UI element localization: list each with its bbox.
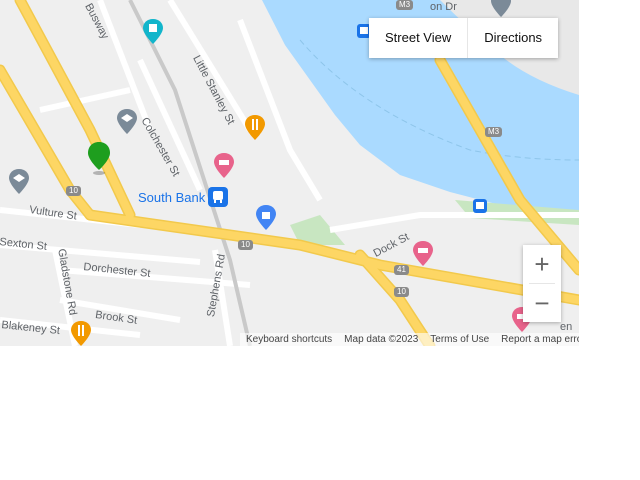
- zoom-control: + −: [523, 245, 561, 322]
- zoom-in-button[interactable]: +: [523, 245, 561, 283]
- map-canvas[interactable]: Busway Colchester St Little Stanley St V…: [0, 0, 579, 346]
- location-pin-icon[interactable]: [86, 140, 112, 176]
- directions-button[interactable]: Directions: [467, 18, 558, 58]
- hotel-icon-2[interactable]: [412, 240, 434, 268]
- tourist-attraction-icon[interactable]: [142, 18, 164, 46]
- map-top-controls: Street View Directions: [369, 18, 559, 58]
- street-label-on-dr: on Dr: [430, 1, 457, 13]
- route-shield-10-b: 10: [238, 240, 253, 250]
- route-shield-m3-top: M3: [396, 0, 414, 10]
- bus-stop-icon-2[interactable]: [472, 198, 488, 214]
- route-shield-10-c: 10: [394, 287, 409, 297]
- train-station-icon[interactable]: [207, 186, 229, 208]
- restaurant-icon[interactable]: [244, 114, 266, 142]
- poi-label-south-bank[interactable]: South Bank: [138, 190, 205, 205]
- map-attribution-bar: Keyboard shortcuts Map data ©2023 Terms …: [240, 333, 579, 346]
- school-icon-3[interactable]: [490, 0, 512, 18]
- hotel-icon[interactable]: [213, 152, 235, 180]
- map-data-text: Map data ©2023: [344, 334, 419, 345]
- street-label-en: en: [560, 321, 573, 333]
- zoom-out-button[interactable]: −: [523, 284, 561, 322]
- keyboard-shortcuts-link[interactable]: Keyboard shortcuts: [246, 334, 332, 345]
- school-icon[interactable]: [116, 108, 138, 136]
- route-shield-41: 41: [394, 265, 409, 275]
- report-map-error-link[interactable]: Report a map error: [501, 334, 579, 345]
- restaurant-icon-2[interactable]: [70, 320, 92, 346]
- shopping-icon[interactable]: [255, 204, 277, 232]
- school-icon-2[interactable]: [8, 168, 30, 196]
- route-shield-10-a: 10: [66, 186, 81, 196]
- terms-of-use-link[interactable]: Terms of Use: [430, 334, 489, 345]
- route-shield-m3: M3: [485, 127, 503, 137]
- street-view-button[interactable]: Street View: [369, 18, 467, 58]
